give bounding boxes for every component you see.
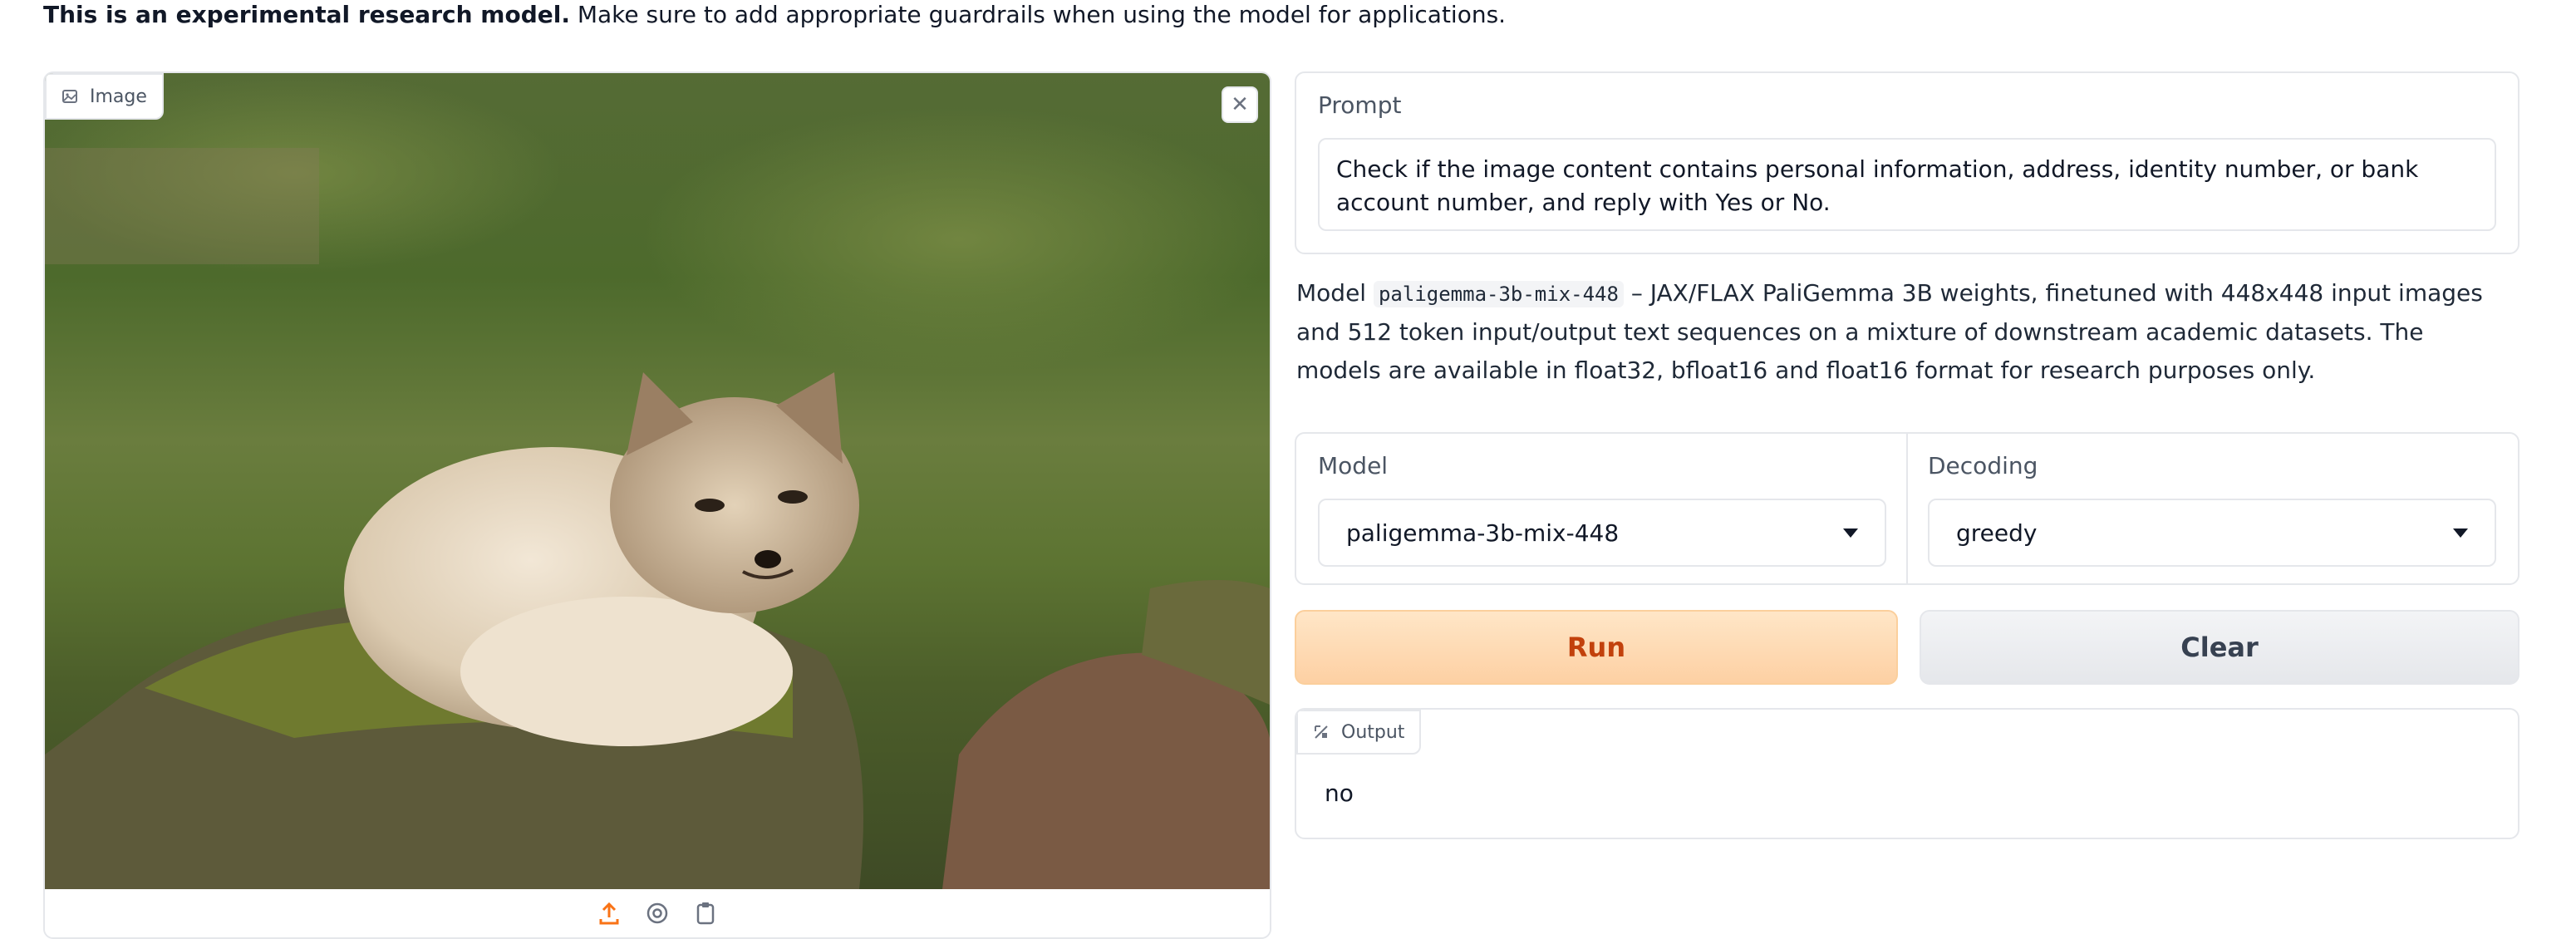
- webcam-icon[interactable]: [643, 899, 671, 927]
- image-label-chip: Image: [45, 73, 164, 120]
- prompt-label: Prompt: [1318, 91, 1402, 119]
- upload-icon[interactable]: [595, 899, 623, 927]
- run-button[interactable]: Run: [1295, 610, 1898, 685]
- output-icon: [1315, 725, 1328, 739]
- image-label: Image: [90, 86, 147, 107]
- image-input-panel[interactable]: Image ✕: [43, 71, 1271, 939]
- decoding-dropdown[interactable]: greedy: [1928, 499, 2496, 567]
- image-icon: [62, 90, 77, 103]
- image-source-toolbar: [45, 889, 1270, 937]
- settings-block: Model paligemma-3b-mix-448 Decoding gree…: [1295, 432, 2519, 585]
- clipboard-icon[interactable]: [691, 899, 720, 927]
- decoding-dropdown-value: greedy: [1956, 519, 2038, 547]
- output-block: Output no: [1295, 708, 2519, 839]
- disclaimer-text: Make sure to add appropriate guardrails …: [569, 1, 1507, 28]
- clear-button[interactable]: Clear: [1920, 610, 2519, 685]
- chevron-down-icon: [2453, 528, 2468, 538]
- output-value: no: [1325, 779, 1354, 807]
- arctic-fox-photo: [45, 73, 1270, 889]
- disclaimer-bold: This is an experimental research model.: [43, 1, 570, 28]
- model-dropdown[interactable]: paligemma-3b-mix-448: [1318, 499, 1886, 567]
- model-dropdown-value: paligemma-3b-mix-448: [1346, 519, 1620, 547]
- disclaimer-notice: This is an experimental research model. …: [43, 0, 1506, 30]
- prompt-textarea[interactable]: Check if the image content contains pers…: [1318, 138, 2496, 231]
- model-select-label: Model: [1318, 452, 1389, 479]
- chevron-down-icon: [1843, 528, 1858, 538]
- output-label: Output: [1341, 721, 1405, 743]
- uploaded-image: [45, 73, 1270, 889]
- model-description-prefix: Model: [1296, 279, 1374, 307]
- settings-divider: [1906, 434, 1908, 583]
- model-description: Model paligemma-3b-mix-448 – JAX/FLAX Pa…: [1296, 274, 2510, 390]
- model-code: paligemma-3b-mix-448: [1373, 281, 1624, 307]
- prompt-block: Prompt Check if the image content contai…: [1295, 71, 2519, 254]
- close-icon[interactable]: ✕: [1222, 86, 1258, 123]
- output-label-chip: Output: [1296, 710, 1422, 755]
- decoding-select-label: Decoding: [1928, 452, 2038, 479]
